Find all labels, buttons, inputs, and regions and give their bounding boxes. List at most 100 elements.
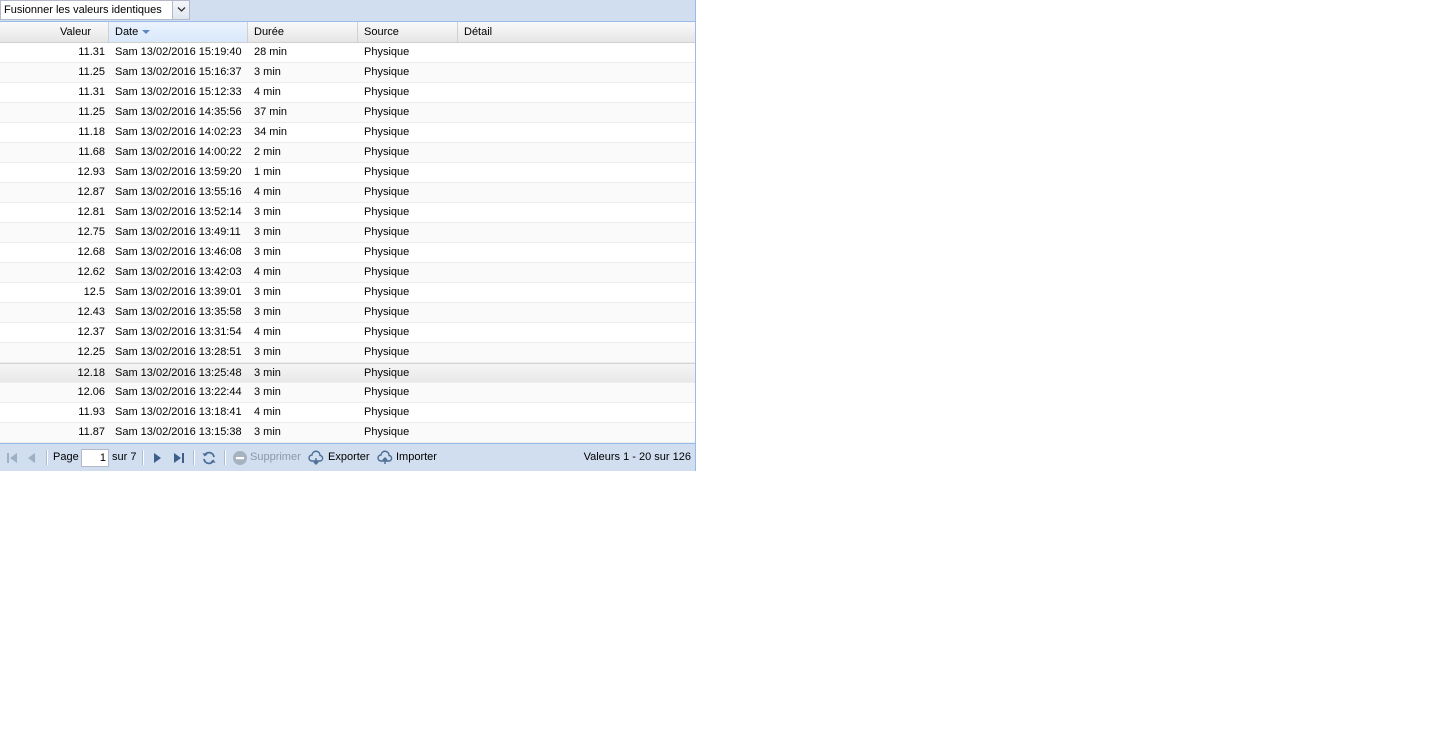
cell-date: Sam 13/02/2016 13:46:08: [115, 246, 242, 258]
cell-source: Physique: [364, 266, 410, 278]
table-row[interactable]: 12.06 Sam 13/02/2016 13:22:44 3 min Physiqu…: [0, 383, 695, 403]
cell-valeur: 11.68: [78, 146, 105, 158]
cell-detail: [458, 223, 695, 242]
cell-source: Physique: [364, 226, 410, 238]
cell-detail: [458, 343, 695, 362]
table-row[interactable]: 11.25 Sam 13/02/2016 15:16:37 3 min Physiqu…: [0, 63, 695, 83]
cell-date: Sam 13/02/2016 13:18:41: [115, 406, 242, 418]
cell-source: Physique: [364, 306, 410, 318]
table-row[interactable]: 11.31 Sam 13/02/2016 15:12:33 4 min Physiqu…: [0, 83, 695, 103]
table-row[interactable]: 12.37 Sam 13/02/2016 13:31:54 4 min Physiqu…: [0, 323, 695, 343]
cell-detail: [458, 423, 695, 442]
refresh-icon[interactable]: [201, 450, 217, 466]
cell-duree: 4 min: [254, 186, 281, 198]
cell-detail: [458, 243, 695, 262]
cell-source: Physique: [364, 46, 410, 58]
cell-date: Sam 13/02/2016 14:02:23: [115, 126, 242, 138]
sort-desc-icon: [142, 30, 151, 35]
prev-page-icon[interactable]: [24, 450, 40, 466]
cell-valeur: 11.31: [78, 46, 105, 58]
import-button[interactable]: Importer: [377, 444, 441, 471]
column-header-date-label: Date: [115, 26, 139, 38]
import-button-label: Importer: [396, 451, 437, 463]
cell-source: Physique: [364, 286, 410, 298]
cell-source: Physique: [364, 367, 410, 379]
cell-duree: 4 min: [254, 406, 281, 418]
column-header-duree[interactable]: Durée: [248, 22, 358, 42]
column-header-detail-label: Détail: [464, 26, 493, 38]
cell-date: Sam 13/02/2016 13:25:48: [115, 367, 242, 379]
cell-date: Sam 13/02/2016 13:52:14: [115, 206, 242, 218]
table-row[interactable]: 12.43 Sam 13/02/2016 13:35:58 3 min Physiqu…: [0, 303, 695, 323]
page-count-label: sur 7: [112, 451, 137, 463]
table-row[interactable]: 11.31 Sam 13/02/2016 15:19:40 28 min Physiq…: [0, 43, 695, 63]
merge-values-combo[interactable]: Fusionner les valeurs identiques: [0, 0, 190, 20]
cell-source: Physique: [364, 106, 410, 118]
cell-source: Physique: [364, 146, 410, 158]
cell-duree: 4 min: [254, 326, 281, 338]
cell-detail: [458, 323, 695, 342]
table-row[interactable]: 11.68 Sam 13/02/2016 14:00:22 2 min Physiqu…: [0, 143, 695, 163]
cell-duree: 3 min: [254, 206, 281, 218]
table-row[interactable]: 11.18 Sam 13/02/2016 14:02:23 34 min Physiq…: [0, 123, 695, 143]
cell-valeur: 11.87: [78, 426, 105, 438]
cell-duree: 3 min: [254, 226, 281, 238]
table-row[interactable]: 12.25 Sam 13/02/2016 13:28:51 3 min Physiqu…: [0, 343, 695, 363]
delete-button-label: Supprimer: [250, 451, 301, 463]
page-number-input[interactable]: [81, 449, 109, 467]
cell-detail: [458, 364, 695, 383]
cell-date: Sam 13/02/2016 13:22:44: [115, 386, 242, 398]
cell-detail: [458, 303, 695, 322]
combo-trigger-button[interactable]: [172, 1, 189, 19]
column-header-detail[interactable]: Détail: [458, 22, 695, 42]
table-row[interactable]: 12.18 Sam 13/02/2016 13:25:48 3 min Physiqu…: [0, 363, 695, 383]
column-header-date[interactable]: Date: [109, 22, 248, 42]
cell-duree: 3 min: [254, 426, 281, 438]
table-row[interactable]: 12.62 Sam 13/02/2016 13:42:03 4 min Physiqu…: [0, 263, 695, 283]
first-page-icon[interactable]: [4, 450, 20, 466]
cell-detail: [458, 403, 695, 422]
export-button[interactable]: Exporter: [308, 444, 372, 471]
cell-detail: [458, 83, 695, 102]
cell-valeur: 12.62: [77, 266, 105, 278]
cell-valeur: 12.81: [77, 206, 105, 218]
cloud-download-icon: [308, 450, 324, 465]
delete-button[interactable]: Supprimer: [231, 444, 303, 471]
cell-date: Sam 13/02/2016 13:35:58: [115, 306, 242, 318]
cell-duree: 3 min: [254, 306, 281, 318]
cell-source: Physique: [364, 246, 410, 258]
table-row[interactable]: 12.87 Sam 13/02/2016 13:55:16 4 min Physiqu…: [0, 183, 695, 203]
cell-valeur: 11.93: [78, 406, 105, 418]
toolbar-separator: [46, 450, 48, 465]
column-header-source[interactable]: Source: [358, 22, 458, 42]
cell-duree: 34 min: [254, 126, 288, 138]
values-grid-panel: Fusionner les valeurs identiques Valeur …: [0, 0, 696, 471]
column-header-valeur-label: Valeur: [60, 26, 91, 38]
cell-date: Sam 13/02/2016 13:31:54: [115, 326, 242, 338]
cell-date: Sam 13/02/2016 13:55:16: [115, 186, 242, 198]
table-row[interactable]: 12.68 Sam 13/02/2016 13:46:08 3 min Physiqu…: [0, 243, 695, 263]
cell-valeur: 12.06: [77, 386, 105, 398]
table-row[interactable]: 11.25 Sam 13/02/2016 14:35:56 37 min Physiq…: [0, 103, 695, 123]
column-header-source-label: Source: [364, 26, 399, 38]
cell-source: Physique: [364, 86, 410, 98]
cell-detail: [458, 103, 695, 122]
cell-date: Sam 13/02/2016 13:59:20: [115, 166, 242, 178]
cell-detail: [458, 203, 695, 222]
table-row[interactable]: 12.81 Sam 13/02/2016 13:52:14 3 min Physiqu…: [0, 203, 695, 223]
table-row[interactable]: 12.5 Sam 13/02/2016 13:39:01 3 min Physique: [0, 283, 695, 303]
table-row[interactable]: 12.93 Sam 13/02/2016 13:59:20 1 min Physiqu…: [0, 163, 695, 183]
cell-duree: 3 min: [254, 367, 281, 379]
next-page-icon[interactable]: [149, 450, 165, 466]
cell-date: Sam 13/02/2016 15:12:33: [115, 86, 242, 98]
paging-toolbar: Page sur 7 Supprimer E: [0, 443, 695, 471]
cell-valeur: 12.68: [77, 246, 105, 258]
cell-source: Physique: [364, 386, 410, 398]
table-row[interactable]: 11.93 Sam 13/02/2016 13:18:41 4 min Physiqu…: [0, 403, 695, 423]
table-row[interactable]: 12.75 Sam 13/02/2016 13:49:11 3 min Physiqu…: [0, 223, 695, 243]
last-page-icon[interactable]: [171, 450, 187, 466]
cell-duree: 28 min: [254, 46, 288, 58]
column-header-valeur[interactable]: Valeur: [0, 22, 109, 42]
cell-date: Sam 13/02/2016 13:49:11: [115, 226, 241, 238]
table-row[interactable]: 11.87 Sam 13/02/2016 13:15:38 3 min Physiqu…: [0, 423, 695, 443]
